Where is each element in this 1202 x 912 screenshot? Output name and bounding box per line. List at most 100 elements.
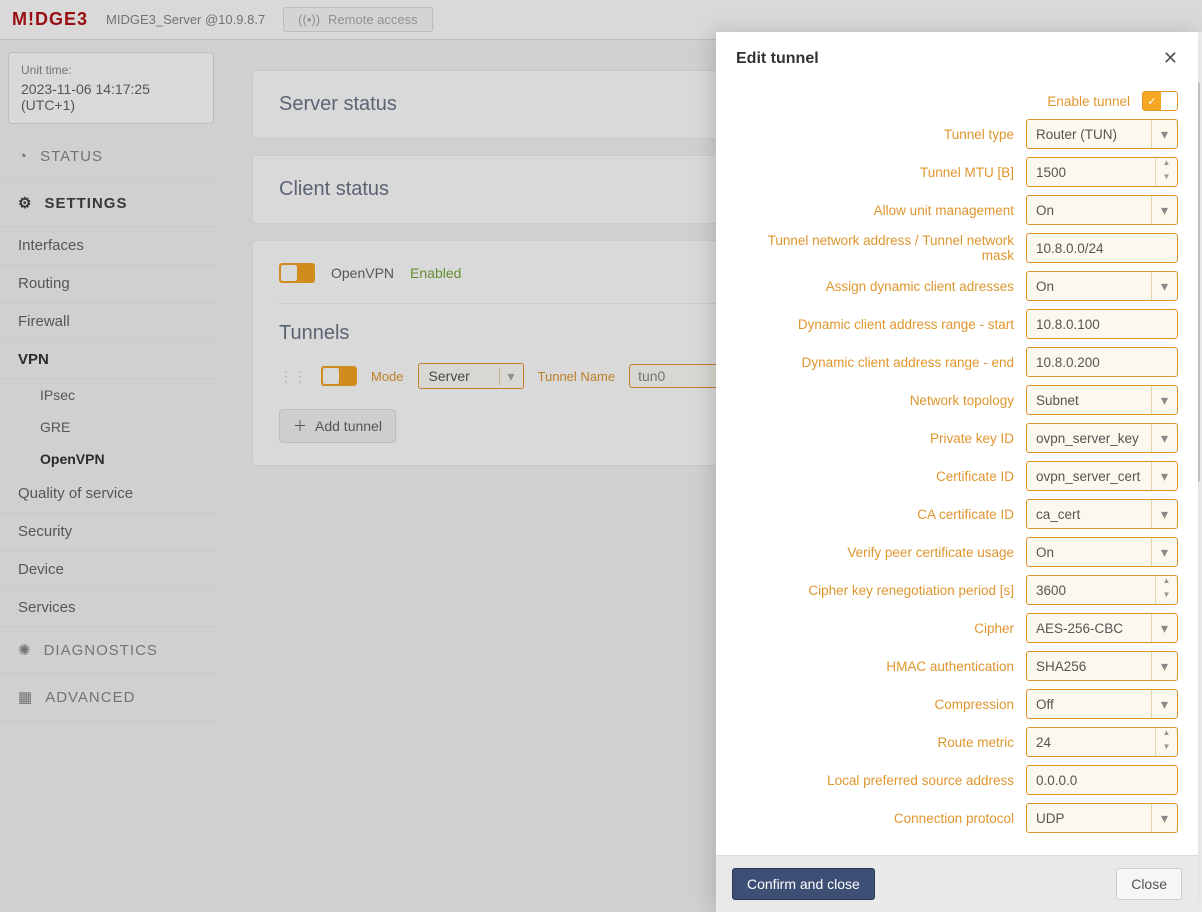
chevron-down-icon[interactable]: ▾ [1151, 386, 1177, 414]
field-value: 3600 [1027, 583, 1155, 598]
field-input[interactable]: 10.8.0.200 [1026, 347, 1178, 377]
field-row: Tunnel MTU [B] 1500▲▼ [736, 157, 1178, 187]
chevron-down-icon[interactable]: ▾ [1151, 652, 1177, 680]
field-row: Network topology Subnet▾ [736, 385, 1178, 415]
field-label: Dynamic client address range - end [736, 355, 1018, 370]
field-value: UDP [1027, 811, 1151, 826]
chevron-down-icon[interactable]: ▾ [1151, 462, 1177, 490]
field-label: CA certificate ID [736, 507, 1018, 522]
field-value: 0.0.0.0 [1027, 773, 1177, 788]
field-label: Certificate ID [736, 469, 1018, 484]
field-row: Cipher AES-256-CBC▾ [736, 613, 1178, 643]
check-icon: ✓ [1143, 92, 1161, 110]
chevron-down-icon[interactable]: ▾ [1151, 538, 1177, 566]
field-label: Cipher key renegotiation period [s] [736, 583, 1018, 598]
field-row: Certificate ID ovpn_server_cert▾ [736, 461, 1178, 491]
field-select[interactable]: ovpn_server_key▾ [1026, 423, 1178, 453]
field-select[interactable]: Subnet▾ [1026, 385, 1178, 415]
field-value: 1500 [1027, 165, 1155, 180]
chevron-down-icon[interactable]: ▾ [1151, 614, 1177, 642]
field-select[interactable]: AES-256-CBC▾ [1026, 613, 1178, 643]
field-label: Tunnel MTU [B] [736, 165, 1018, 180]
field-input[interactable]: 10.8.0.100 [1026, 309, 1178, 339]
field-label: Private key ID [736, 431, 1018, 446]
field-row: Private key ID ovpn_server_key▾ [736, 423, 1178, 453]
chevron-down-icon[interactable]: ▾ [1151, 804, 1177, 832]
chevron-down-icon[interactable]: ▾ [1151, 196, 1177, 224]
field-label: Network topology [736, 393, 1018, 408]
field-select[interactable]: On▾ [1026, 195, 1178, 225]
field-label: Local preferred source address [736, 773, 1018, 788]
field-select[interactable]: SHA256▾ [1026, 651, 1178, 681]
field-select[interactable]: ca_cert▾ [1026, 499, 1178, 529]
field-label: HMAC authentication [736, 659, 1018, 674]
field-label: Route metric [736, 735, 1018, 750]
edit-tunnel-modal: Edit tunnel ✕ Enable tunnel ✓ Tunnel type R… [716, 32, 1198, 912]
field-row: Cipher key renegotiation period [s] 3600▲… [736, 575, 1178, 605]
field-value: ca_cert [1027, 507, 1151, 522]
field-row: Connection protocol UDP▾ [736, 803, 1178, 833]
modal-title: Edit tunnel [736, 50, 819, 68]
chevron-down-icon[interactable]: ▾ [1151, 424, 1177, 452]
field-label: Assign dynamic client adresses [736, 279, 1018, 294]
field-number[interactable]: 1500▲▼ [1026, 157, 1178, 187]
field-row: Compression Off▾ [736, 689, 1178, 719]
field-select[interactable]: Router (TUN)▾ [1026, 119, 1178, 149]
chevron-down-icon[interactable]: ▾ [1151, 272, 1177, 300]
modal-footer: Confirm and close Close [716, 855, 1198, 912]
field-value: 10.8.0.200 [1027, 355, 1177, 370]
field-value: 10.8.0.100 [1027, 317, 1177, 332]
field-row: Dynamic client address range - start 10.8… [736, 309, 1178, 339]
field-select[interactable]: Off▾ [1026, 689, 1178, 719]
field-value: ovpn_server_cert [1027, 469, 1151, 484]
spinner-icon[interactable]: ▲▼ [1155, 728, 1177, 756]
field-label: Tunnel network address / Tunnel network … [736, 233, 1018, 263]
field-input[interactable]: 10.8.0.0/24 [1026, 233, 1178, 263]
confirm-button[interactable]: Confirm and close [732, 868, 875, 900]
field-label: Enable tunnel [736, 94, 1134, 109]
field-number[interactable]: 3600▲▼ [1026, 575, 1178, 605]
close-icon[interactable]: ✕ [1163, 48, 1178, 69]
field-row: Allow unit management On▾ [736, 195, 1178, 225]
field-row: Assign dynamic client adresses On▾ [736, 271, 1178, 301]
field-row: Verify peer certificate usageOn▾ [736, 537, 1178, 567]
field-row: Tunnel network address / Tunnel network … [736, 233, 1178, 263]
field-value: Router (TUN) [1027, 127, 1151, 142]
field-value: Off [1027, 697, 1151, 712]
field-label: Dynamic client address range - start [736, 317, 1018, 332]
field-label: Tunnel type [736, 127, 1018, 142]
field-select[interactable]: ovpn_server_cert▾ [1026, 461, 1178, 491]
field-value: 10.8.0.0/24 [1027, 241, 1177, 256]
field-label: Allow unit management [736, 203, 1018, 218]
spinner-icon[interactable]: ▲▼ [1155, 576, 1177, 604]
field-row: Route metric 24▲▼ [736, 727, 1178, 757]
field-value: AES-256-CBC [1027, 621, 1151, 636]
field-value: SHA256 [1027, 659, 1151, 674]
field-select[interactable]: On▾ [1026, 537, 1178, 567]
field-input[interactable]: 0.0.0.0 [1026, 765, 1178, 795]
field-select[interactable]: UDP▾ [1026, 803, 1178, 833]
chevron-down-icon[interactable]: ▾ [1151, 500, 1177, 528]
chevron-down-icon[interactable]: ▾ [1151, 120, 1177, 148]
field-row: Enable tunnel ✓ [736, 91, 1178, 111]
field-row: Dynamic client address range - end 10.8.0… [736, 347, 1178, 377]
close-button[interactable]: Close [1116, 868, 1182, 900]
modal-body: Enable tunnel✓Tunnel typeRouter (TUN)▾Tu… [716, 85, 1198, 855]
spinner-icon[interactable]: ▲▼ [1155, 158, 1177, 186]
field-label: Compression [736, 697, 1018, 712]
field-value: Subnet [1027, 393, 1151, 408]
chevron-down-icon[interactable]: ▾ [1151, 690, 1177, 718]
field-value: On [1027, 545, 1151, 560]
field-label: Cipher [736, 621, 1018, 636]
field-value: On [1027, 203, 1151, 218]
field-row: Tunnel type Router (TUN)▾ [736, 119, 1178, 149]
field-value: On [1027, 279, 1151, 294]
enable-tunnel-toggle[interactable]: ✓ [1142, 91, 1178, 111]
field-value: 24 [1027, 735, 1155, 750]
field-select[interactable]: On▾ [1026, 271, 1178, 301]
field-value: ovpn_server_key [1027, 431, 1151, 446]
field-row: Local preferred source address 0.0.0.0 [736, 765, 1178, 795]
field-label: Connection protocol [736, 811, 1018, 826]
modal-header: Edit tunnel ✕ [716, 32, 1198, 85]
field-number[interactable]: 24▲▼ [1026, 727, 1178, 757]
